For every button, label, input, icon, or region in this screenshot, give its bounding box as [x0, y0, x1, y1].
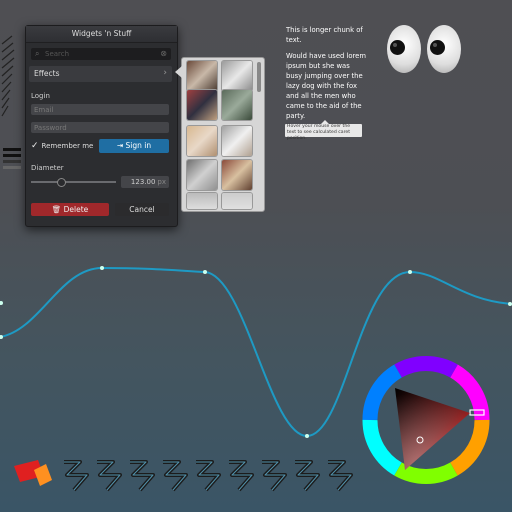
tag-icon [14, 460, 52, 486]
bottom-shapes [14, 460, 353, 492]
